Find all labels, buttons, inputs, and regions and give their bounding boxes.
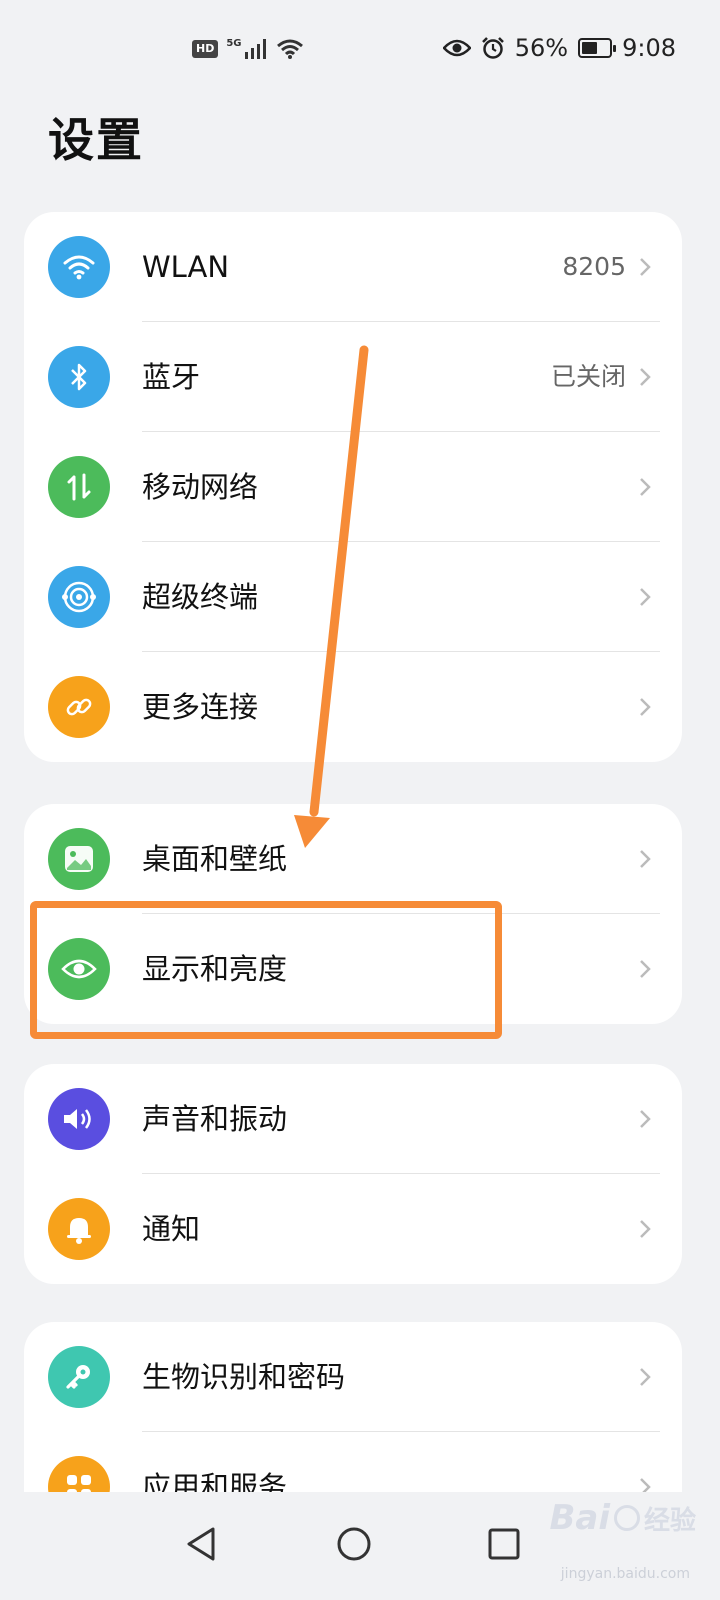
settings-item-label: WLAN [142, 250, 230, 284]
hd-badge: HD [192, 40, 219, 58]
settings-item-notifications[interactable]: 通知 [24, 1174, 682, 1284]
page-title: 设置 [48, 113, 144, 167]
watermark-brand: Bai [549, 1498, 610, 1538]
settings-item-label: 更多连接 [142, 690, 259, 724]
settings-item-display-brightness[interactable]: 显示和亮度 [24, 914, 682, 1024]
key-icon [48, 1346, 110, 1408]
watermark-url: jingyan.baidu.com [560, 1566, 690, 1582]
chevron-right-icon [640, 1478, 651, 1492]
settings-item-mobile-network[interactable]: 移动网络 [24, 432, 682, 542]
settings-group-connectivity: WLAN 8205 蓝牙 已关闭 移动网络 超级终端 更多连接 [24, 212, 682, 762]
settings-item-value: 已关闭 [550, 362, 626, 391]
super-device-icon [48, 566, 110, 628]
status-bar: HD 5G 56% 9:08 [0, 0, 720, 100]
settings-group-sound: 声音和振动 通知 [24, 1064, 682, 1284]
signal-icon [244, 39, 266, 59]
baidu-watermark: Bai 经验 [549, 1498, 696, 1538]
settings-item-wlan[interactable]: WLAN 8205 [24, 212, 682, 322]
settings-item-biometrics[interactable]: 生物识别和密码 [24, 1322, 682, 1432]
bluetooth-icon [48, 346, 110, 408]
chevron-right-icon [640, 588, 651, 606]
network-type: 5G [226, 37, 242, 49]
settings-item-label: 应用和服务 [142, 1470, 288, 1492]
chevron-right-icon [640, 698, 651, 716]
chevron-right-icon [640, 960, 651, 978]
sound-icon [48, 1088, 110, 1150]
alarm-icon [481, 37, 504, 59]
settings-item-super-device[interactable]: 超级终端 [24, 542, 682, 652]
mobile-network-icon [48, 456, 110, 518]
settings-item-label: 声音和振动 [142, 1102, 288, 1136]
chevron-right-icon [640, 1110, 651, 1128]
apps-icon [48, 1456, 110, 1492]
back-icon[interactable] [172, 1514, 232, 1574]
settings-item-label: 移动网络 [142, 470, 259, 504]
settings-item-more-connections[interactable]: 更多连接 [24, 652, 682, 762]
watermark-brand-suffix: 经验 [643, 1505, 696, 1536]
settings-item-wallpaper[interactable]: 桌面和壁纸 [24, 804, 682, 914]
settings-group-security: 生物识别和密码 应用和服务 [24, 1322, 682, 1492]
settings-item-label: 蓝牙 [142, 360, 201, 394]
settings-item-label: 显示和亮度 [142, 952, 288, 986]
eye-icon [48, 938, 110, 1000]
settings-item-bluetooth[interactable]: 蓝牙 已关闭 [24, 322, 682, 432]
chevron-right-icon [640, 1220, 651, 1238]
settings-item-label: 通知 [142, 1212, 201, 1246]
settings-item-sound-vibration[interactable]: 声音和振动 [24, 1064, 682, 1174]
settings-item-label: 桌面和壁纸 [142, 842, 288, 876]
settings-item-apps-services[interactable]: 应用和服务 [24, 1432, 682, 1492]
clock: 9:08 [622, 34, 676, 62]
paw-icon [613, 1505, 640, 1531]
chevron-right-icon [640, 478, 651, 496]
settings-item-value: 8205 [562, 252, 626, 281]
settings-group-display: 桌面和壁纸 显示和亮度 [24, 804, 682, 1024]
settings-item-label: 生物识别和密码 [142, 1360, 346, 1394]
settings-item-label: 超级终端 [142, 580, 259, 614]
home-icon[interactable] [324, 1514, 384, 1574]
wallpaper-icon [48, 828, 110, 890]
chevron-right-icon [640, 258, 651, 276]
eye-comfort-icon [442, 39, 471, 57]
chevron-right-icon [640, 1368, 651, 1386]
battery-icon [578, 38, 617, 58]
wifi-icon [48, 236, 110, 298]
recents-icon[interactable] [474, 1514, 534, 1574]
chevron-right-icon [640, 850, 651, 868]
chevron-right-icon [640, 368, 651, 386]
bell-icon [48, 1198, 110, 1260]
wifi-status-icon [276, 39, 303, 59]
link-icon [48, 676, 110, 738]
battery-percent: 56% [514, 34, 569, 62]
